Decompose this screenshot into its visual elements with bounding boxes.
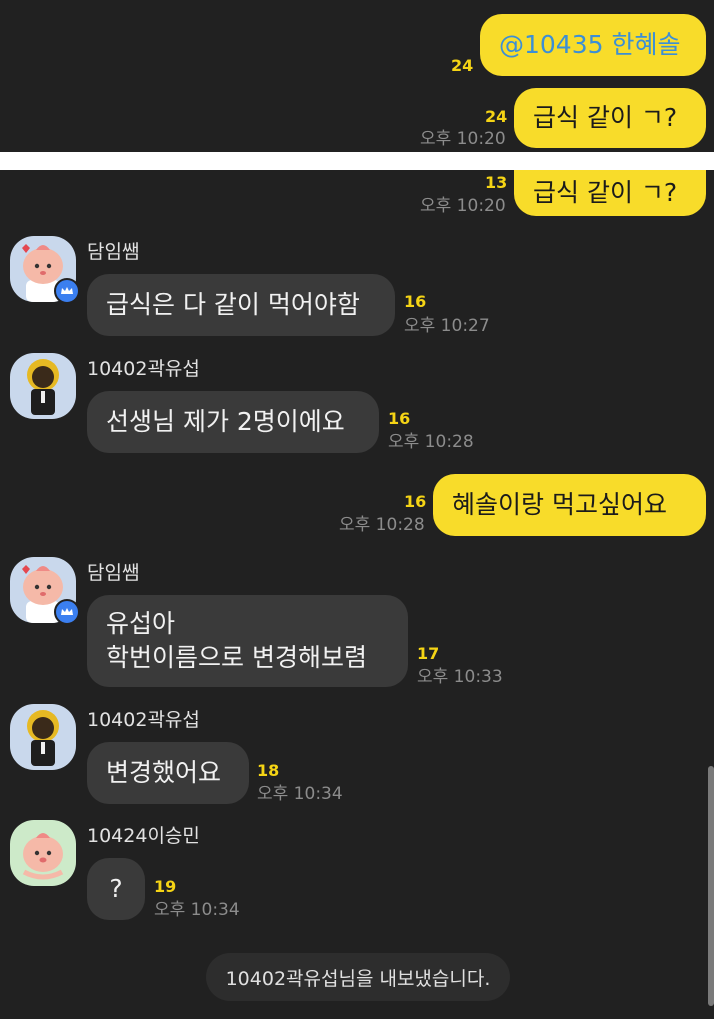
message-time: 오후 10:27 xyxy=(404,316,490,336)
unread-count: 17 xyxy=(417,644,440,663)
my-message-bubble[interactable]: 급식 같이 ㄱ? xyxy=(514,170,706,216)
my-message-bubble[interactable]: 혜솔이랑 먹고싶어요 xyxy=(433,474,706,536)
message-text: 변경했어요 xyxy=(106,758,222,787)
system-notice-text: 10402곽유섭님을 내보냈습니다. xyxy=(225,967,491,990)
bear-suit-icon[interactable] xyxy=(10,353,76,419)
message-text: 급식 같이 ㄱ? xyxy=(533,103,678,132)
unread-count: 18 xyxy=(257,761,280,780)
message-time: 오후 10:28 xyxy=(388,432,474,452)
unread-count: 24 xyxy=(451,56,474,75)
message-text: 급식 같이 ㄱ? xyxy=(533,178,678,207)
their-message-bubble[interactable]: 변경했어요 xyxy=(87,742,249,804)
message-text: 선생님 제가 2명이에요 xyxy=(106,407,345,436)
unread-count: 16 xyxy=(388,409,411,428)
apeach-icon[interactable] xyxy=(10,820,76,886)
message-text: 유섭아 학번이름으로 변경해보렴 xyxy=(106,609,367,672)
system-notice: 10402곽유섭님을 내보냈습니다. xyxy=(206,953,510,1001)
admin-crown-icon xyxy=(54,599,80,625)
unread-count: 16 xyxy=(404,492,427,511)
message-text: 혜솔이랑 먹고싶어요 xyxy=(452,490,667,519)
sender-name: 담임쌤 xyxy=(87,241,140,263)
sender-name: 담임쌤 xyxy=(87,562,140,584)
message-text: 급식은 다 같이 먹어야함 xyxy=(106,290,360,319)
unread-count: 24 xyxy=(485,107,508,126)
admin-crown-icon xyxy=(54,278,80,304)
bear-suit-icon[interactable] xyxy=(10,704,76,770)
sender-name: 10402곽유섭 xyxy=(87,358,200,380)
my-message-bubble[interactable]: 급식 같이 ㄱ? xyxy=(514,88,706,148)
their-message-bubble[interactable]: 선생님 제가 2명이에요 xyxy=(87,391,379,453)
their-message-bubble[interactable]: 급식은 다 같이 먹어야함 xyxy=(87,274,395,336)
screenshot-divider xyxy=(0,152,714,170)
message-time: 오후 10:34 xyxy=(257,784,343,804)
their-message-bubble[interactable]: 유섭아 학번이름으로 변경해보렴 xyxy=(87,595,408,687)
message-time: 오후 10:33 xyxy=(417,667,503,687)
message-text: ? xyxy=(109,874,123,903)
message-time: 오후 10:34 xyxy=(154,900,240,920)
message-time: 오후 10:20 xyxy=(420,129,506,149)
message-time: 오후 10:20 xyxy=(420,196,506,216)
their-message-bubble[interactable]: ? xyxy=(87,858,145,920)
sender-name: 10424이승민 xyxy=(87,825,200,847)
unread-count: 16 xyxy=(404,292,427,311)
message-time: 오후 10:28 xyxy=(339,515,425,535)
sender-name: 10402곽유섭 xyxy=(87,709,200,731)
message-text: @10435 한혜솔 xyxy=(499,30,681,59)
scrollbar[interactable] xyxy=(708,766,714,1006)
unread-count: 13 xyxy=(485,173,508,192)
unread-count: 19 xyxy=(154,877,177,896)
mention-message-bubble[interactable]: @10435 한혜솔 xyxy=(480,14,706,76)
